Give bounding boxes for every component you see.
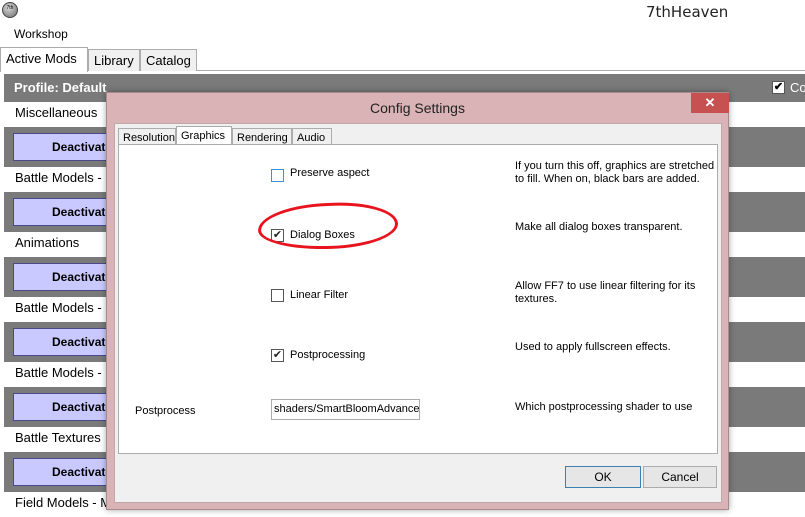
mod-category-label: Battle Models - — [15, 170, 102, 185]
dialog-boxes-description: Make all dialog boxes transparent. — [515, 221, 683, 233]
postprocess-label: Postprocess — [135, 405, 196, 417]
postprocess-shader-input[interactable]: shaders/SmartBloomAdvanced — [271, 399, 420, 420]
linear-filter-description: Allow FF7 to use linear filtering for it… — [515, 280, 696, 305]
mod-category-label: Battle Textures — [15, 430, 101, 445]
app-icon: 7th — [2, 2, 18, 18]
profile-label: Profile: Default — [14, 80, 107, 95]
config-settings-dialog: Config Settings ✕ Resolution Graphics Re… — [106, 92, 729, 510]
tab-active-mods[interactable]: Active Mods — [0, 47, 88, 72]
mod-category-label: Field Models - M — [15, 495, 112, 510]
annotation-circle — [257, 200, 399, 252]
window-title: 7thHeaven — [646, 3, 729, 21]
postprocessing-checkbox[interactable]: ✔ — [271, 349, 284, 362]
dialog-boxes-label[interactable]: Dialog Boxes — [290, 229, 355, 241]
preserve-aspect-checkbox[interactable] — [271, 169, 284, 182]
preserve-aspect-label[interactable]: Preserve aspect — [290, 167, 369, 179]
dialog-title: Config Settings — [370, 100, 465, 116]
dialog-body: Resolution Graphics Rendering Audio Pres… — [114, 123, 722, 503]
preserve-aspect-description: If you turn this off, graphics are stret… — [515, 160, 715, 185]
mod-category-label: Miscellaneous — [15, 105, 98, 120]
postprocessing-description: Used to apply fullscreen effects. — [515, 341, 671, 353]
menu-item-workshop[interactable]: Workshop — [14, 27, 68, 41]
main-tab-bar: Active Mods Library Catalog — [0, 47, 805, 72]
close-icon: ✕ — [704, 95, 716, 110]
mod-category-label: Animations — [15, 235, 80, 250]
close-button[interactable]: ✕ — [691, 93, 729, 113]
profile-checkbox-label: Co — [790, 80, 805, 95]
tab-catalog[interactable]: Catalog — [140, 49, 197, 71]
menu-bar: Workshop — [0, 24, 805, 44]
tab-library[interactable]: Library — [88, 49, 140, 71]
linear-filter-checkbox[interactable] — [271, 289, 284, 302]
mod-category-label: Battle Models - — [15, 365, 102, 380]
ok-button[interactable]: OK — [565, 466, 641, 488]
postprocess-description: Which postprocessing shader to use — [515, 401, 693, 413]
graphics-tab-page: Preserve aspect If you turn this off, gr… — [118, 144, 718, 454]
postprocessing-label[interactable]: Postprocessing — [290, 349, 365, 361]
profile-checkbox[interactable]: ✔ — [772, 81, 785, 94]
cancel-button[interactable]: Cancel — [643, 466, 717, 488]
linear-filter-label[interactable]: Linear Filter — [290, 289, 348, 301]
mod-category-label: Battle Models - — [15, 300, 102, 315]
dialog-boxes-checkbox[interactable]: ✔ — [271, 229, 284, 242]
